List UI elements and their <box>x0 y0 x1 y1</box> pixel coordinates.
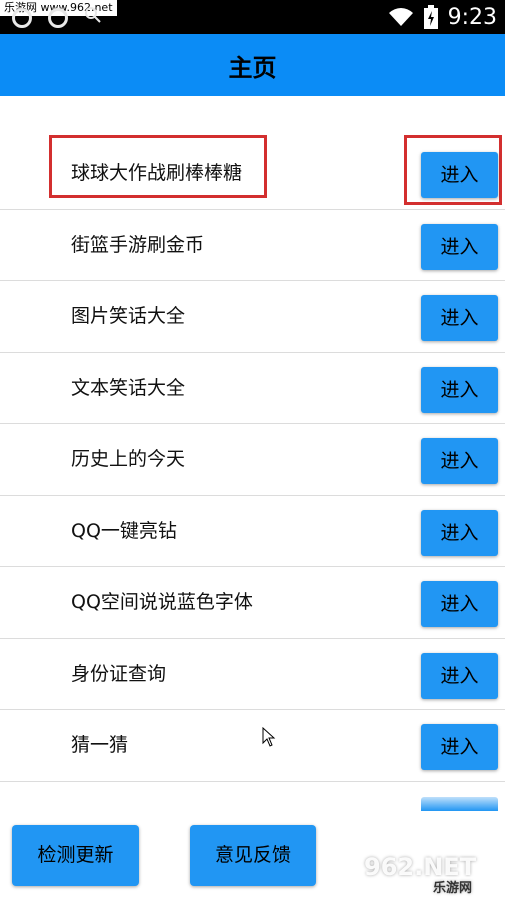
enter-button[interactable]: 进入 <box>421 652 498 699</box>
notification-circle-icon <box>12 8 32 28</box>
item-label: 身份证查询 <box>71 662 167 685</box>
watermark-logo: 962.NET 乐游网 <box>364 853 502 899</box>
list-item: 猜一猜 进入 <box>0 710 505 782</box>
enter-button[interactable]: 进入 <box>421 295 498 341</box>
status-bar: 乐游网 www.962.net 9:23 <box>0 0 505 34</box>
check-update-button[interactable]: 检测更新 <box>12 825 139 886</box>
list-item: 历史上的今天 进入 <box>0 424 505 496</box>
enter-button[interactable]: 进入 <box>421 509 498 556</box>
item-label: QQ空间说说蓝色字体 <box>71 591 253 613</box>
item-label: 猜一猜 <box>71 734 129 756</box>
list-item: QQ一键亮钻 进入 <box>0 496 505 567</box>
list-item: 图片笑话大全 进入 <box>0 281 505 353</box>
enter-button[interactable]: 进入 <box>421 223 498 270</box>
enter-button[interactable]: 进入 <box>421 581 498 627</box>
app-bar: 主页 <box>0 34 505 96</box>
item-list: 球球大作战刷棒棒糖 进入 街篮手游刷金币 进入 图片笑话大全 进入 文本笑话大全… <box>0 135 505 782</box>
item-label: 图片笑话大全 <box>71 305 186 327</box>
mouse-cursor-icon <box>262 727 276 747</box>
item-label: 文本笑话大全 <box>71 376 186 399</box>
enter-button[interactable]: 进入 <box>421 152 498 198</box>
enter-button[interactable]: 进入 <box>421 366 498 413</box>
page-title: 主页 <box>228 53 277 82</box>
search-icon <box>85 7 101 23</box>
battery-icon <box>423 5 438 29</box>
watermark-sub: 乐游网 <box>430 877 476 896</box>
enter-button[interactable]: 进入 <box>421 438 498 484</box>
item-label: 历史上的今天 <box>71 448 186 470</box>
list-item: 球球大作战刷棒棒糖 进入 <box>0 135 505 210</box>
list-item: QQ空间说说蓝色字体 进入 <box>0 567 505 639</box>
item-label: 街篮手游刷金币 <box>71 233 205 256</box>
wifi-icon <box>388 8 413 26</box>
notification-circle-icon <box>48 8 68 28</box>
list-item: 街篮手游刷金币 进入 <box>0 210 505 281</box>
list-item: 文本笑话大全 进入 <box>0 353 505 424</box>
item-label: 球球大作战刷棒棒糖 <box>71 162 243 184</box>
list-item: 身份证查询 进入 <box>0 639 505 710</box>
item-label: QQ一键亮钻 <box>71 519 177 542</box>
status-time: 9:23 <box>447 4 497 30</box>
enter-button[interactable]: 进入 <box>421 724 498 770</box>
feedback-button[interactable]: 意见反馈 <box>190 825 316 886</box>
enter-button-partial[interactable] <box>421 797 498 811</box>
